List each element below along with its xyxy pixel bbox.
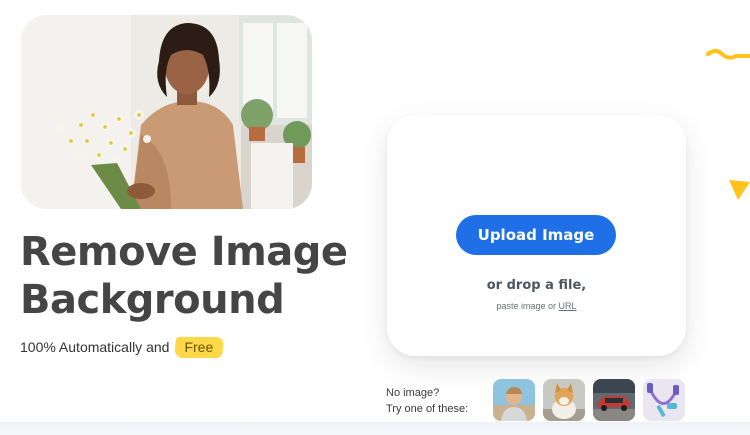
- paste-hint-text: paste image or: [496, 301, 556, 311]
- url-link[interactable]: URL: [559, 301, 577, 311]
- paste-hint: paste image or URL: [387, 301, 686, 311]
- sample-image-man[interactable]: [493, 379, 535, 421]
- samples-label: No image? Try one of these:: [386, 385, 468, 417]
- subtitle: 100% Automatically and Free: [20, 337, 223, 357]
- title-line-2: Background: [20, 277, 285, 323]
- page-title: Remove Image Background: [20, 228, 360, 324]
- free-badge: Free: [175, 337, 223, 358]
- upload-image-button[interactable]: Upload Image: [456, 215, 616, 255]
- bottom-band: [0, 422, 750, 435]
- subtitle-text: 100% Automatically and: [20, 339, 170, 355]
- sample-image-fitness[interactable]: [643, 379, 685, 421]
- drop-file-text: or drop a file,: [486, 278, 587, 293]
- sample-image-car[interactable]: [593, 379, 635, 421]
- hero-photo: [21, 15, 312, 209]
- sample-image-dog[interactable]: [543, 379, 585, 421]
- triangle-decoration-icon: [729, 180, 750, 200]
- samples-label-line-2: Try one of these:: [386, 403, 469, 415]
- squiggle-decoration-icon: [706, 49, 750, 60]
- title-line-1: Remove Image: [20, 229, 348, 275]
- upload-card[interactable]: Upload Image or drop a file, paste image…: [387, 115, 686, 356]
- samples-label-line-1: No image?: [386, 387, 440, 399]
